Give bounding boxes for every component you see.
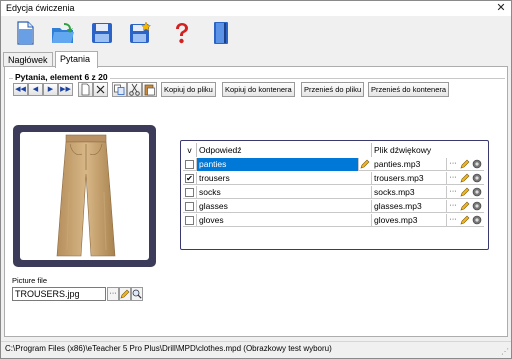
new-item-button[interactable] (78, 82, 93, 97)
resize-grip-icon[interactable]: ⋰ (501, 347, 509, 356)
move-to-container-button[interactable]: Przenieś do kontenera (368, 82, 450, 97)
browse-sound-button[interactable]: ··· (448, 187, 458, 198)
question-position-label: Pytania, element 6 z 20 (13, 72, 110, 82)
answer-row[interactable]: glasses glasses.mp3 ··· (183, 200, 484, 213)
column-header-answer: Odpowiedź (197, 143, 372, 157)
edit-sound-icon[interactable] (460, 201, 470, 212)
window-title: Edycja ćwiczenia (6, 3, 75, 13)
answer-checkbox[interactable] (185, 216, 194, 225)
browse-picture-button[interactable]: ··· (107, 287, 119, 301)
file-path-status: C:\Program Files (x86)\eTeacher 5 Pro Pl… (5, 344, 332, 353)
browse-sound-button[interactable]: ··· (448, 173, 458, 184)
move-to-file-button[interactable]: Przenieś do pliku (301, 82, 365, 97)
tab-header[interactable]: Nagłówek (3, 52, 53, 67)
picture-file-label: Picture file (12, 276, 48, 285)
answer-text[interactable]: socks (197, 186, 372, 199)
magnifier-icon (132, 289, 142, 299)
edit-sound-icon[interactable] (460, 159, 470, 170)
open-folder-icon[interactable] (50, 20, 76, 46)
paste-button[interactable] (142, 82, 157, 97)
cut-button[interactable] (127, 82, 142, 97)
scissors-icon (129, 83, 140, 96)
edit-answer-icon[interactable] (360, 159, 370, 170)
edit-sound-icon[interactable] (460, 187, 470, 198)
edit-sound-icon[interactable] (460, 215, 470, 226)
clipboard-icon (144, 84, 155, 96)
browse-sound-button[interactable]: ··· (448, 215, 458, 226)
trousers-image (56, 134, 116, 257)
column-header-sound: Plik dźwiękowy (374, 145, 432, 155)
delete-item-button[interactable] (93, 82, 108, 97)
close-icon[interactable]: ✕ (495, 1, 507, 15)
answer-checkbox[interactable] (185, 160, 194, 169)
blank-page-icon (81, 83, 90, 96)
play-sound-icon[interactable] (472, 159, 482, 170)
answer-text[interactable]: trousers (197, 172, 372, 185)
title-bar: Edycja ćwiczenia ✕ (1, 1, 511, 16)
copy-to-container-button[interactable]: Kopiuj do kontenera (222, 82, 295, 97)
sound-file[interactable]: gloves.mp3 (372, 214, 447, 227)
answer-row[interactable]: gloves gloves.mp3 ··· (183, 214, 484, 227)
browse-sound-button[interactable]: ··· (448, 201, 458, 212)
answer-text[interactable]: glasses (197, 200, 372, 213)
picture-preview (20, 132, 149, 260)
save-as-icon[interactable] (127, 20, 153, 46)
sound-file[interactable]: glasses.mp3 (372, 200, 447, 213)
play-sound-icon[interactable] (472, 215, 482, 226)
sound-file[interactable]: socks.mp3 (372, 186, 447, 199)
sound-file[interactable]: trousers.mp3 (372, 172, 447, 185)
browse-sound-button[interactable]: ··· (448, 159, 458, 170)
answer-text[interactable]: panties (197, 158, 359, 171)
answer-row[interactable]: ✔ trousers trousers.mp3 ··· (183, 172, 484, 185)
column-header-check: v (183, 143, 197, 157)
play-sound-icon[interactable] (472, 173, 482, 184)
answer-text[interactable]: gloves (197, 214, 372, 227)
picture-file-field[interactable]: TROUSERS.jpg (12, 287, 106, 301)
pencil-icon (120, 289, 130, 299)
copy-button[interactable] (112, 82, 127, 97)
delete-icon (96, 85, 105, 94)
answer-row[interactable]: socks socks.mp3 ··· (183, 186, 484, 199)
answer-checkbox[interactable] (185, 188, 194, 197)
edit-sound-icon[interactable] (460, 173, 470, 184)
edit-picture-button[interactable] (119, 287, 131, 301)
copy-icon (114, 84, 125, 95)
next-item-button[interactable]: ▶ (43, 83, 58, 96)
help-icon[interactable] (169, 20, 195, 46)
last-item-button[interactable]: ▶▶ (58, 83, 73, 96)
exercise-editor-window: Edycja ćwiczenia ✕ Nagłówek Pytania Pyta… (0, 0, 512, 359)
tab-questions[interactable]: Pytania (55, 51, 98, 68)
play-sound-icon[interactable] (472, 187, 482, 198)
play-sound-icon[interactable] (472, 201, 482, 212)
answer-row[interactable]: panties panties.mp3 ··· (183, 158, 484, 171)
answer-checkbox[interactable]: ✔ (185, 174, 194, 183)
copy-to-file-button[interactable]: Kopiuj do pliku (161, 82, 216, 97)
save-icon[interactable] (89, 20, 115, 46)
new-document-icon[interactable] (12, 20, 38, 46)
sound-file[interactable]: panties.mp3 (372, 158, 447, 171)
preview-picture-button[interactable] (131, 287, 143, 301)
answer-checkbox[interactable] (185, 202, 194, 211)
first-item-button[interactable]: ◀◀ (13, 83, 28, 96)
previous-item-button[interactable]: ◀ (28, 83, 43, 96)
book-icon[interactable] (208, 20, 234, 46)
